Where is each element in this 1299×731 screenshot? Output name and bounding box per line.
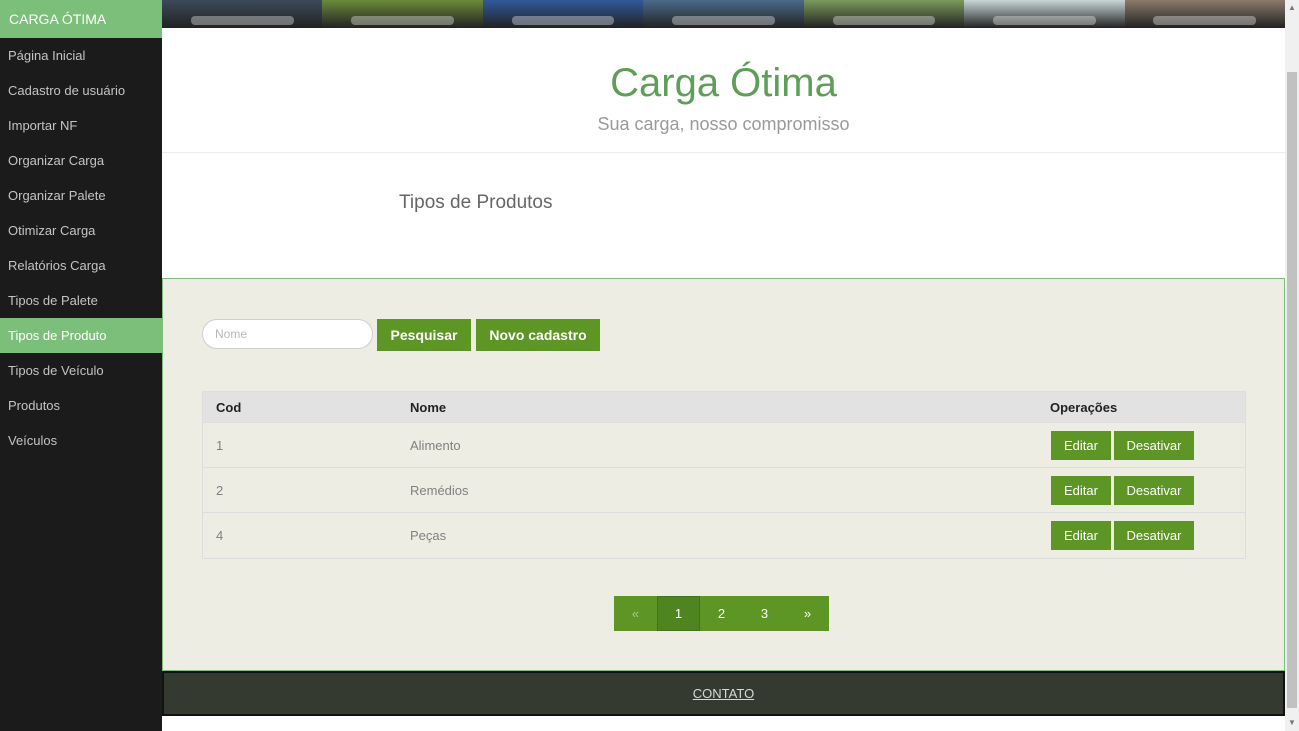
deactivate-button[interactable]: Desativar: [1114, 475, 1194, 505]
pagination-page-1[interactable]: 1: [657, 596, 700, 631]
cell-cod: 4: [216, 528, 224, 543]
sidebar-item-tipos-veiculo[interactable]: Tipos de Veículo: [0, 353, 162, 388]
product-types-table: Cod Nome Operações 1 Alimento Editar Des…: [202, 391, 1246, 559]
column-header-cod: Cod: [216, 399, 242, 415]
sidebar-item-importar-nf[interactable]: Importar NF: [0, 108, 162, 143]
contact-link[interactable]: CONTATO: [693, 686, 754, 701]
search-button[interactable]: Pesquisar: [377, 319, 471, 351]
main-content: Carga Ótima Sua carga, nosso compromisso…: [162, 28, 1285, 731]
deactivate-button[interactable]: Desativar: [1114, 521, 1194, 550]
scrollbar[interactable]: ▲ ▼: [1285, 0, 1299, 731]
sidebar-item-organizar-palete[interactable]: Organizar Palete: [0, 178, 162, 213]
sidebar-item-produtos[interactable]: Produtos: [0, 388, 162, 423]
sidebar-item-organizar-carga[interactable]: Organizar Carga: [0, 143, 162, 178]
sidebar-item-veiculos[interactable]: Veículos: [0, 423, 162, 458]
table-row: 4 Peças Editar Desativar: [203, 513, 1245, 558]
banner-image: [803, 0, 965, 28]
banner-image: [964, 0, 1125, 28]
cell-nome: Alimento: [410, 437, 461, 453]
banner-image: [162, 0, 323, 28]
sidebar-item-otimizar-carga[interactable]: Otimizar Carga: [0, 213, 162, 248]
column-header-operacoes: Operações: [1050, 399, 1118, 415]
sidebar-item-tipos-produto[interactable]: Tipos de Produto: [0, 318, 162, 353]
pagination: « 1 2 3 »: [614, 596, 829, 631]
cell-operacoes: Editar Desativar: [1050, 430, 1245, 460]
cell-nome: Remédios: [410, 482, 469, 498]
sidebar-item-tipos-palete[interactable]: Tipos de Palete: [0, 283, 162, 318]
cell-nome: Peças: [410, 528, 447, 543]
page-title: Tipos de Produtos: [399, 192, 553, 213]
pagination-prev[interactable]: «: [614, 596, 657, 631]
site-subtitle: Sua carga, nosso compromisso: [597, 114, 850, 134]
site-title: Carga Ótima: [610, 61, 837, 105]
pagination-page-2[interactable]: 2: [700, 596, 743, 631]
scroll-up-arrow-icon[interactable]: ▲: [1285, 0, 1299, 16]
table-header: Cod Nome Operações: [203, 392, 1245, 423]
header-divider: [162, 152, 1285, 153]
scroll-down-arrow-icon[interactable]: ▼: [1285, 715, 1299, 731]
cell-operacoes: Editar Desativar: [1050, 521, 1245, 550]
table-row: 1 Alimento Editar Desativar: [203, 423, 1245, 468]
cell-operacoes: Editar Desativar: [1050, 475, 1245, 505]
truck-banner: [162, 0, 1285, 28]
banner-image: [322, 0, 483, 28]
pagination-page-3[interactable]: 3: [743, 596, 786, 631]
sidebar-item-relatorios-carga[interactable]: Relatórios Carga: [0, 248, 162, 283]
new-record-button[interactable]: Novo cadastro: [476, 319, 600, 351]
sidebar-item-pagina-inicial[interactable]: Página Inicial: [0, 38, 162, 73]
cell-cod: 1: [216, 437, 224, 453]
edit-button[interactable]: Editar: [1051, 475, 1111, 505]
column-header-nome: Nome: [410, 399, 447, 415]
sidebar-item-cadastro-usuario[interactable]: Cadastro de usuário: [0, 73, 162, 108]
scrollbar-thumb[interactable]: [1287, 72, 1297, 708]
pagination-next[interactable]: »: [786, 596, 829, 631]
cell-cod: 2: [216, 482, 224, 498]
brand-logo[interactable]: CARGA ÓTIMA: [0, 0, 162, 38]
content-panel: Pesquisar Novo cadastro Cod Nome Operaçõ…: [162, 278, 1285, 671]
search-input[interactable]: [202, 319, 373, 349]
edit-button[interactable]: Editar: [1051, 430, 1111, 460]
deactivate-button[interactable]: Desativar: [1114, 430, 1194, 460]
banner-image: [1124, 0, 1285, 28]
sidebar: CARGA ÓTIMA Página Inicial Cadastro de u…: [0, 0, 162, 731]
banner-image: [482, 0, 644, 28]
footer: CONTATO: [162, 671, 1285, 716]
edit-button[interactable]: Editar: [1051, 521, 1111, 550]
banner-image: [643, 0, 804, 28]
table-row: 2 Remédios Editar Desativar: [203, 468, 1245, 513]
